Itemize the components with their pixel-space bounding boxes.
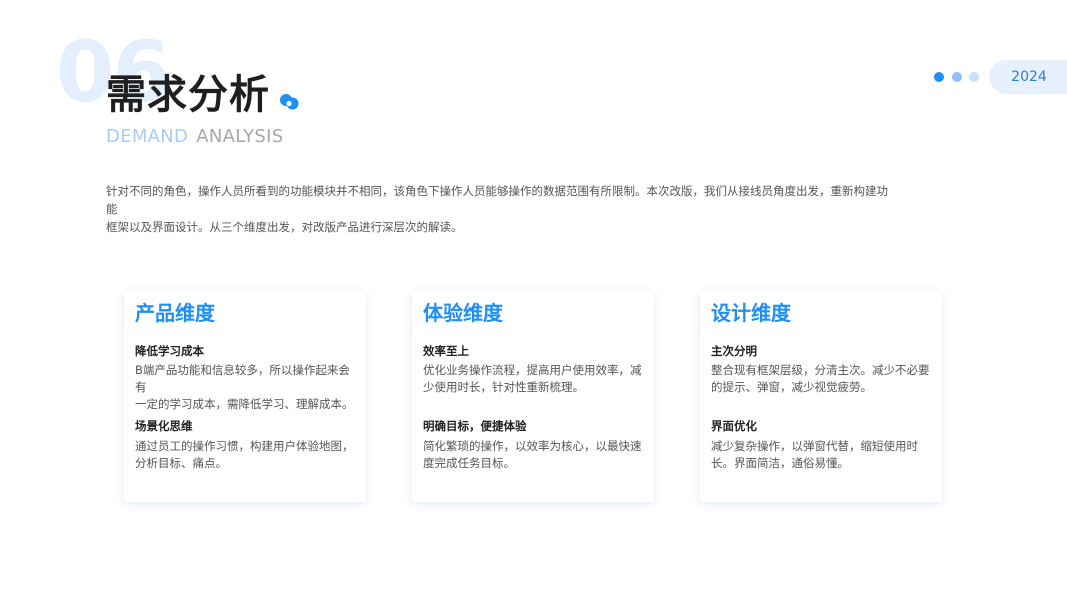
section-heading: 主次分明 bbox=[711, 344, 757, 358]
body-line: 的提示、弹窗，减少视觉疲劳。 bbox=[711, 380, 872, 394]
section-heading: 界面优化 bbox=[711, 419, 757, 433]
section-heading: 效率至上 bbox=[423, 344, 469, 358]
intro-line: 针对不同的角色，操作人员所看到的功能模块并不相同，该角色下操作人员能够操作的数据… bbox=[106, 184, 888, 216]
card-title: 体验维度 bbox=[423, 301, 503, 325]
intro-line: 框架以及界面设计。从三个维度出发，对改版产品进行深层次的解读。 bbox=[106, 220, 463, 234]
body-line: 度完成任务目标。 bbox=[423, 456, 515, 470]
section-body: 简化繁琐的操作，以效率为核心，以最快速 度完成任务目标。 bbox=[423, 438, 648, 472]
section-body: 整合现有框架层级，分清主次。减少不必要 的提示、弹窗，减少视觉疲劳。 bbox=[711, 362, 936, 396]
section-body: 优化业务操作流程，提高用户使用效率，减 少使用时长，针对性重新梳理。 bbox=[423, 362, 648, 396]
cloud-icon bbox=[280, 94, 299, 110]
year-label: 2024 bbox=[1011, 69, 1047, 85]
dot-icon bbox=[952, 72, 962, 82]
body-line: 分析目标、痛点。 bbox=[135, 456, 227, 470]
body-line: 通过员工的操作习惯，构建用户体验地图， bbox=[135, 439, 354, 453]
dot-icon bbox=[934, 72, 944, 82]
page-subtitle: DEMAND ANALYSIS bbox=[106, 126, 284, 148]
subtitle-word-analysis: ANALYSIS bbox=[196, 126, 284, 147]
body-line: 简化繁琐的操作，以效率为核心，以最快速 bbox=[423, 439, 642, 453]
page-title: 需求分析 bbox=[106, 72, 270, 118]
card-design: 设计维度 主次分明 整合现有框架层级，分清主次。减少不必要 的提示、弹窗，减少视… bbox=[700, 291, 942, 502]
body-line: 减少复杂操作，以弹窗代替，缩短使用时 bbox=[711, 439, 918, 453]
body-line: 优化业务操作流程，提高用户使用效率，减 bbox=[423, 363, 642, 377]
section-body: 通过员工的操作习惯，构建用户体验地图， 分析目标、痛点。 bbox=[135, 438, 360, 472]
card-title: 产品维度 bbox=[135, 301, 215, 325]
body-line: 长。界面简洁，通俗易懂。 bbox=[711, 456, 849, 470]
body-line: B端产品功能和信息较多，所以操作起来会有 bbox=[135, 363, 350, 394]
section-body: 减少复杂操作，以弹窗代替，缩短使用时 长。界面简洁，通俗易懂。 bbox=[711, 438, 936, 472]
body-line: 整合现有框架层级，分清主次。减少不必要 bbox=[711, 363, 930, 377]
body-line: 少使用时长，针对性重新梳理。 bbox=[423, 380, 584, 394]
section-heading: 明确目标，便捷体验 bbox=[423, 419, 527, 433]
section-body: B端产品功能和信息较多，所以操作起来会有 一定的学习成本，需降低学习、理解成本。 bbox=[135, 362, 360, 413]
intro-paragraph: 针对不同的角色，操作人员所看到的功能模块并不相同，该角色下操作人员能够操作的数据… bbox=[106, 182, 896, 236]
subtitle-word-demand: DEMAND bbox=[106, 126, 189, 147]
dot-icon bbox=[969, 72, 979, 82]
section-heading: 降低学习成本 bbox=[135, 344, 204, 358]
section-heading: 场景化思维 bbox=[135, 419, 193, 433]
card-product: 产品维度 降低学习成本 B端产品功能和信息较多，所以操作起来会有 一定的学习成本… bbox=[124, 291, 366, 502]
body-line: 一定的学习成本，需降低学习、理解成本。 bbox=[135, 397, 354, 411]
card-experience: 体验维度 效率至上 优化业务操作流程，提高用户使用效率，减 少使用时长，针对性重… bbox=[412, 291, 654, 502]
card-title: 设计维度 bbox=[711, 301, 791, 325]
